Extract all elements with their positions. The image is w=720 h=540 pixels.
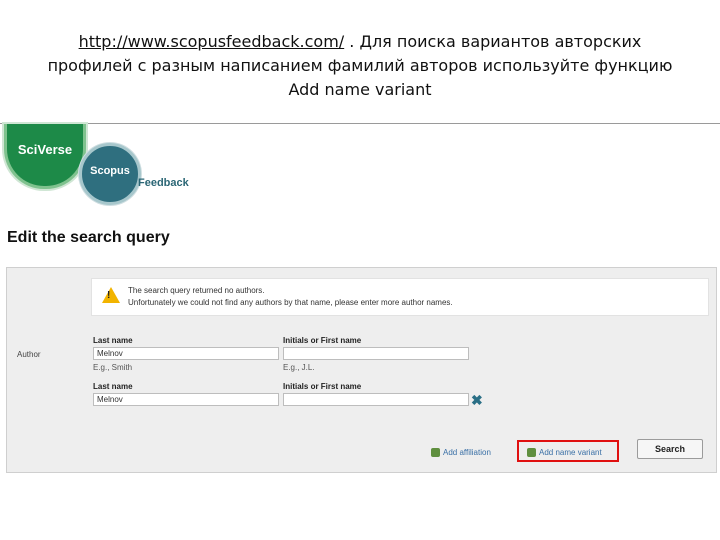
caption-line2: профилей с разным написанием фамилий авт… xyxy=(47,56,673,75)
no-results-alert: ! The search query returned no authors. … xyxy=(91,278,709,316)
alert-line1: The search query returned no authors. xyxy=(128,286,265,295)
first-name-label-1: Initials or First name xyxy=(283,336,362,345)
slide-caption: http://www.scopusfeedback.com/ . Для пои… xyxy=(0,30,720,102)
first-name-input-1[interactable] xyxy=(283,347,469,360)
first-name-hint: E.g., J.L. xyxy=(283,363,315,372)
alert-line2: Unfortunately we could not find any auth… xyxy=(128,298,453,307)
first-name-input-2[interactable] xyxy=(283,393,469,406)
scopus-feedback-link[interactable]: http://www.scopusfeedback.com/ xyxy=(79,32,345,51)
scopus-logo: Scopus xyxy=(79,143,141,205)
feedback-label: Feedback xyxy=(138,177,189,189)
add-affiliation-link[interactable]: Add affiliation xyxy=(431,448,491,458)
add-affiliation-text: Add affiliation xyxy=(443,448,491,457)
sciverse-logo: SciVerse xyxy=(4,124,86,189)
search-form-panel: ! The search query returned no authors. … xyxy=(6,267,717,473)
last-name-input-1[interactable] xyxy=(93,347,279,360)
warning-icon-mark: ! xyxy=(107,290,111,301)
logo-area: SciVerse Scopus Feedback xyxy=(0,124,220,209)
author-label: Author xyxy=(17,350,41,359)
last-name-label-1: Last name xyxy=(93,336,133,345)
caption-line1-rest: . Для поиска вариантов авторских xyxy=(344,32,642,51)
warning-icon xyxy=(102,287,120,303)
search-button[interactable]: Search xyxy=(637,439,703,459)
last-name-label-2: Last name xyxy=(93,382,133,391)
page-title: Edit the search query xyxy=(7,229,170,246)
add-affiliation-icon xyxy=(431,448,440,458)
last-name-input-2[interactable] xyxy=(93,393,279,406)
caption-line3: Add name variant xyxy=(288,80,432,99)
highlight-box xyxy=(517,440,619,462)
last-name-hint: E.g., Smith xyxy=(93,363,133,372)
first-name-label-2: Initials or First name xyxy=(283,382,362,391)
remove-author-icon[interactable]: ✖ xyxy=(471,392,483,409)
sciverse-logo-text: SciVerse xyxy=(17,142,73,157)
scopus-logo-text: Scopus xyxy=(90,165,130,177)
